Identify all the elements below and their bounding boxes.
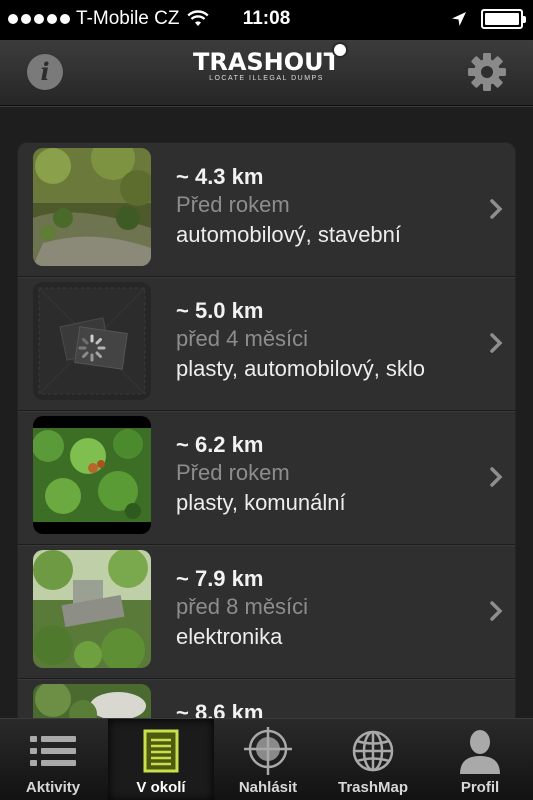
chevron-right-icon: [490, 333, 503, 353]
dump-types: automobilový, stavební: [176, 222, 402, 247]
tab-label: TrashMap: [337, 779, 409, 796]
dump-age: Před rokem: [176, 192, 290, 217]
tab-trashmap[interactable]: TrashMap: [320, 719, 426, 800]
dump-thumbnail-loading: [33, 282, 151, 400]
dump-thumbnail-trees-bag: [33, 684, 151, 718]
dump-age: před 8 měsíci: [176, 594, 309, 619]
dump-distance: ~ 7.9 km: [176, 566, 264, 591]
dump-age: před 4 měsíci: [176, 326, 309, 351]
dump-row-text: ~ 6.2 km Před rokem plasty, komunální: [176, 432, 346, 518]
dump-row-text: ~ 7.9 km před 8 měsíci elektronika: [176, 566, 308, 652]
status-right: [451, 9, 526, 29]
dump-row[interactable]: ~ 7.9 km před 8 měsíci elektronika: [18, 545, 515, 679]
dump-row-text: ~ 4.3 km Před rokem automobilový, staveb…: [176, 164, 401, 250]
battery-icon: [481, 9, 526, 29]
chevron-right-icon: [490, 601, 503, 621]
nav-bar: i TRASHOUT LOCATE ILLEGAL DUMPS: [0, 40, 533, 106]
tab-label: V okolí: [136, 779, 186, 796]
dump-distance: ~ 4.3 km: [176, 164, 264, 189]
app-logo: TRASHOUT LOCATE ILLEGAL DUMPS: [0, 42, 533, 82]
chevron-right-icon: [490, 467, 503, 487]
dump-types: plasty, komunální: [176, 490, 346, 515]
tab-bar: Aktivity V okolí Nahlásit TrashMap Profi…: [0, 718, 533, 800]
list-icon: [0, 727, 106, 775]
status-bar: T-Mobile CZ 11:08: [0, 0, 533, 40]
battery-fill: [485, 13, 519, 25]
globe-icon: [320, 727, 426, 775]
tab-aktivity[interactable]: Aktivity: [0, 719, 106, 800]
dump-row[interactable]: ~ 8.6 km: [18, 679, 515, 718]
dump-age: Před rokem: [176, 460, 290, 485]
logo-text: TRASHOUT: [192, 42, 349, 76]
logo-tagline: LOCATE ILLEGAL DUMPS: [209, 75, 324, 82]
dump-distance: ~ 5.0 km: [176, 298, 264, 323]
chevron-right-icon: [490, 199, 503, 219]
dump-thumbnail-forest-path: [33, 148, 151, 266]
dump-row[interactable]: ~ 5.0 km před 4 měsíci plasty, automobil…: [18, 277, 515, 411]
logo-wordmark: TRASHOUT: [192, 48, 341, 76]
dump-thumbnail-green-leaves: [33, 416, 151, 534]
tab-label: Profil: [460, 779, 500, 796]
dump-distance: ~ 6.2 km: [176, 432, 264, 457]
pin-target-icon: [215, 727, 321, 775]
dump-list: ~ 4.3 km Před rokem automobilový, staveb…: [17, 142, 516, 718]
tab-label: Nahlásit: [238, 779, 298, 796]
tab-nahlasit[interactable]: Nahlásit: [215, 719, 321, 800]
dump-row-text: ~ 8.6 km: [176, 700, 263, 718]
location-arrow-icon: [452, 12, 466, 26]
logo-ball-icon: [332, 42, 349, 58]
dump-distance: ~ 8.6 km: [176, 700, 264, 718]
dump-row-text: ~ 5.0 km před 4 měsíci plasty, automobil…: [176, 298, 425, 384]
tab-profil[interactable]: Profil: [427, 719, 533, 800]
notepad-icon: [108, 727, 214, 775]
dump-list-area[interactable]: ~ 4.3 km Před rokem automobilový, staveb…: [0, 107, 533, 718]
dump-row[interactable]: ~ 6.2 km Před rokem plasty, komunální: [18, 411, 515, 545]
tab-label: Aktivity: [25, 779, 81, 796]
dump-types: elektronika: [176, 624, 283, 649]
screen: T-Mobile CZ 11:08 i TRASHOUT LOCATE ILLE…: [0, 0, 533, 800]
tab-v-okoli[interactable]: V okolí: [108, 719, 214, 800]
dump-types: plasty, automobilový, sklo: [176, 356, 426, 381]
dump-thumbnail-trees-debris: [33, 550, 151, 668]
gear-icon[interactable]: [467, 52, 507, 92]
person-icon: [427, 727, 533, 775]
dump-row[interactable]: ~ 4.3 km Před rokem automobilový, staveb…: [18, 143, 515, 277]
